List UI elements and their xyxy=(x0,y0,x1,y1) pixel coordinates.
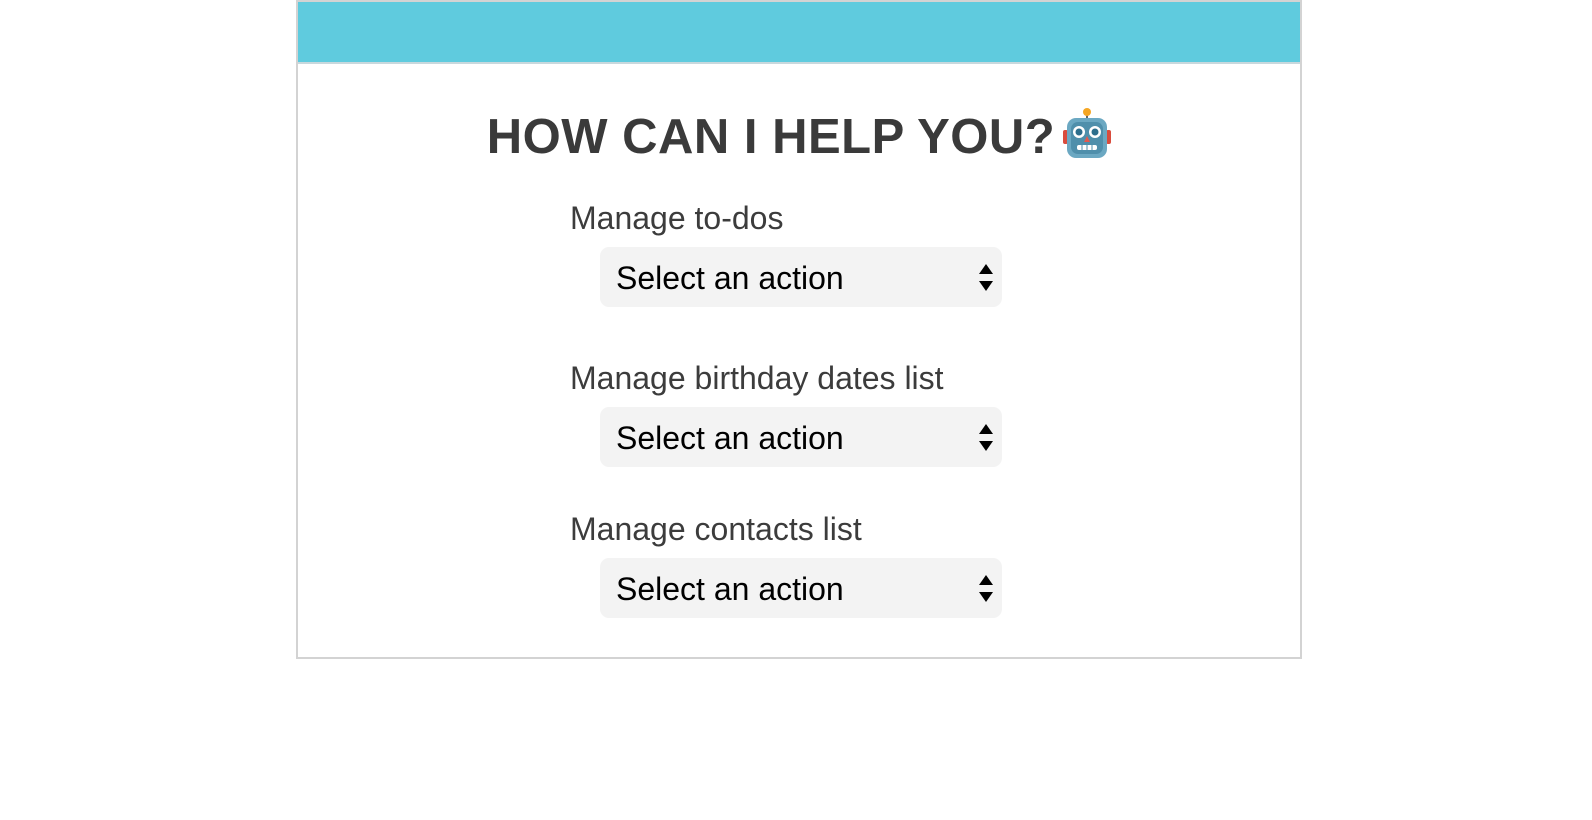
todos-label: Manage to-dos xyxy=(570,200,784,236)
main-card: HOW CAN I HELP YOU? Manage to-dos Select… xyxy=(296,0,1302,659)
todos-action-select[interactable]: Select an action xyxy=(600,247,1002,307)
todos-select-value: Select an action xyxy=(616,260,844,296)
page-title: HOW CAN I HELP YOU? xyxy=(298,108,1300,172)
birthdays-select-value: Select an action xyxy=(616,420,844,456)
select-arrows-icon xyxy=(978,262,994,294)
contacts-label: Manage contacts list xyxy=(570,511,862,547)
select-arrows-icon xyxy=(978,422,994,454)
header-bar xyxy=(298,0,1300,64)
birthdays-label: Manage birthday dates list xyxy=(570,360,944,396)
contacts-action-select[interactable]: Select an action xyxy=(600,558,1002,618)
select-arrows-icon xyxy=(978,573,994,605)
page-title-text: HOW CAN I HELP YOU? xyxy=(486,109,1056,164)
contacts-select-value: Select an action xyxy=(616,571,844,607)
birthdays-action-select[interactable]: Select an action xyxy=(600,407,1002,467)
robot-icon xyxy=(1063,108,1112,172)
